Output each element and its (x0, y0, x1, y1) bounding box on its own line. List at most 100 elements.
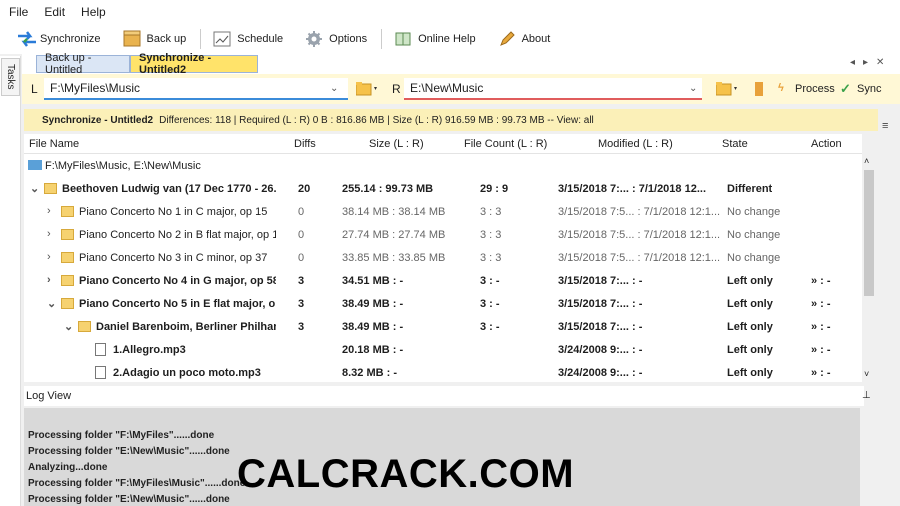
row-modified: 3/15/2018 7:5... : 7/1/2018 12:1... (558, 206, 721, 218)
grid-vertical-scrollbar[interactable] (862, 154, 876, 382)
expand-chevron-right-icon[interactable]: › (47, 228, 51, 240)
about-button[interactable]: About (498, 27, 550, 51)
left-folder-browse-icon[interactable] (355, 82, 378, 99)
schedule-chart-icon (213, 30, 231, 48)
row-modified: 3/24/2008 9:... : - (558, 367, 643, 379)
row-state: No change (727, 252, 781, 264)
menu-bar: File Edit Help (0, 0, 900, 24)
col-file-count[interactable]: File Count (L : R) (464, 138, 547, 150)
online-help-button[interactable]: Online Help (394, 27, 476, 51)
root-drive-icon (28, 160, 42, 170)
expand-chevron-down-icon[interactable]: ⌄ (30, 182, 39, 195)
folder-icon (61, 206, 74, 217)
table-row[interactable]: ⌄ Beethoven Ludwig van (17 Dec 1770 - 26.… (24, 177, 862, 200)
table-row[interactable]: › Piano Concerto No 1 in C major, op 15 0 3… (24, 200, 862, 223)
left-path-input[interactable]: F:\MyFiles\Music (44, 78, 348, 100)
col-diffs[interactable]: Diffs (294, 138, 316, 150)
log-scrollbar[interactable] (862, 410, 876, 506)
filter-icon[interactable] (755, 82, 763, 96)
process-lightning-icon: ϟ (778, 82, 784, 94)
menu-file[interactable]: File (9, 5, 28, 19)
row-diffs: 0 (298, 252, 305, 264)
right-path-dropdown-icon[interactable]: ⌄ (689, 83, 697, 94)
options-button[interactable]: Options (305, 27, 367, 51)
row-file-count: 3 : 3 (480, 252, 502, 264)
tab-synchronize-untitled2[interactable]: Synchronize - Untitled2 (130, 52, 258, 76)
schedule-button[interactable]: Schedule (213, 27, 283, 51)
expand-chevron-down-icon[interactable]: ⌄ (47, 297, 56, 310)
col-action[interactable]: Action (811, 138, 842, 150)
tab-backup-untitled[interactable]: Back up - Untitled (36, 52, 130, 76)
root-path-label: F:\MyFiles\Music, E:\New\Music (45, 160, 201, 172)
table-row[interactable]: ⌄ Daniel Barenboim, Berliner Philhar... 3 3… (24, 315, 862, 338)
scroll-down-icon[interactable]: ˅ (864, 369, 869, 379)
file-icon (95, 343, 106, 356)
col-file-name[interactable]: File Name (29, 138, 79, 150)
tab-scroll-controls[interactable]: ◂▸✕ (850, 57, 892, 68)
row-diffs: 20 (298, 183, 311, 195)
table-row[interactable]: › Piano Concerto No 4 in G major, op 58 3 3… (24, 269, 862, 292)
col-modified[interactable]: Modified (L : R) (598, 138, 673, 150)
right-folder-browse-icon[interactable] (715, 82, 738, 99)
left-path-label: L (31, 82, 38, 96)
row-file-name: Piano Concerto No 2 in B flat major, op … (79, 229, 276, 241)
row-diffs: 3 (298, 298, 305, 310)
menu-help[interactable]: Help (81, 5, 106, 19)
menu-edit[interactable]: Edit (44, 5, 65, 19)
summary-title: Synchronize - Untitled2 (42, 114, 154, 126)
row-state: Left only (727, 298, 773, 310)
expand-chevron-right-icon[interactable]: › (47, 274, 51, 286)
right-path-input[interactable]: E:\New\Music (404, 78, 702, 100)
gear-icon (305, 30, 323, 48)
folder-icon (61, 252, 74, 263)
process-button[interactable]: Process (795, 83, 835, 95)
sync-button[interactable]: Sync (857, 83, 885, 95)
synchronize-button[interactable]: Synchronize (16, 27, 101, 51)
expand-chevron-right-icon[interactable]: › (47, 205, 51, 217)
row-size: 8.32 MB : - (342, 367, 398, 379)
scroll-up-icon[interactable]: ˄ (864, 156, 869, 166)
row-file-name: 2.Adagio un poco moto.mp3 (113, 367, 261, 379)
summary-text: Differences: 118 | Required (L : R) 0 B … (159, 114, 594, 126)
row-action[interactable]: » : - (811, 344, 831, 356)
row-action[interactable]: » : - (811, 367, 831, 379)
left-path-dropdown-icon[interactable]: ⌄ (330, 83, 338, 94)
sync-arrows-icon (16, 30, 36, 48)
table-row[interactable]: › Piano Concerto No 2 in B flat major, op… (24, 223, 862, 246)
check-icon: ✓ (840, 81, 851, 96)
row-action[interactable]: » : - (811, 321, 831, 333)
expand-chevron-down-icon[interactable]: ⌄ (64, 320, 73, 333)
watermark-text: CALCRACK.COM (237, 452, 575, 496)
col-size[interactable]: Size (L : R) (369, 138, 424, 150)
side-menu-icon[interactable]: ≡ (882, 120, 888, 132)
log-view-header: Log View (24, 386, 864, 406)
book-icon (394, 30, 412, 48)
backup-button[interactable]: Back up (123, 27, 186, 51)
table-row[interactable]: › Piano Concerto No 3 in C minor, op 37 0 3… (24, 246, 862, 269)
row-modified: 3/15/2018 7:... : - (558, 275, 643, 287)
row-file-name: Beethoven Ludwig van (17 Dec 1770 - 26..… (62, 183, 276, 195)
col-state[interactable]: State (722, 138, 748, 150)
row-diffs: 0 (298, 229, 305, 241)
tasks-panel (0, 56, 21, 506)
row-size: 33.85 MB : 33.85 MB (342, 252, 446, 264)
row-modified: 3/24/2008 9:... : - (558, 344, 643, 356)
table-row[interactable]: ⌄ Piano Concerto No 5 in E flat major, op… (24, 292, 862, 315)
row-size: 38.14 MB : 38.14 MB (342, 206, 446, 218)
expand-chevron-right-icon[interactable]: › (47, 251, 51, 263)
table-row[interactable]: 2.Adagio un poco moto.mp3 8.32 MB : - 3/24… (24, 361, 862, 384)
row-modified: 3/15/2018 7:... : - (558, 298, 643, 310)
row-file-name: 1.Allegro.mp3 (113, 344, 186, 356)
table-row[interactable]: 1.Allegro.mp3 20.18 MB : - 3/24/2008 9:...… (24, 338, 862, 361)
row-action[interactable]: » : - (811, 275, 831, 287)
row-diffs: 0 (298, 206, 305, 218)
folder-icon (61, 275, 74, 286)
row-action[interactable]: » : - (811, 298, 831, 310)
tasks-tab[interactable]: Tasks (1, 58, 20, 96)
log-line: Processing folder "E:\New\Music"......do… (28, 446, 230, 457)
pin-icon[interactable]: ⊥ (862, 390, 871, 401)
scrollbar-thumb[interactable] (864, 170, 874, 296)
row-diffs: 3 (298, 321, 305, 333)
row-modified: 3/15/2018 7:... : 7/1/2018 12... (558, 183, 706, 195)
summary-bar: Synchronize - Untitled2 Differences: 118… (24, 109, 878, 131)
